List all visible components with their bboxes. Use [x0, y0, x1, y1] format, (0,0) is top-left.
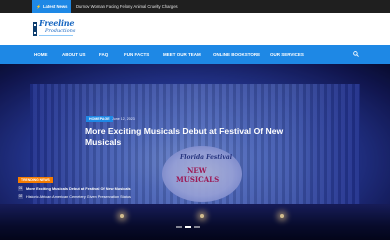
slider-dot-active[interactable]: [185, 226, 191, 228]
site-header: Freeline Productions: [0, 13, 390, 45]
nav-item-online-bookstore[interactable]: ONLINE BOOKSTORE: [213, 45, 260, 64]
trending-news-label: TRENDING NEWS: [18, 177, 53, 183]
nav-item-home[interactable]: HOME: [34, 45, 48, 64]
lightning-icon: ⚡: [36, 4, 41, 9]
nav-item-faq[interactable]: FAQ: [99, 45, 108, 64]
slider-dot[interactable]: [176, 226, 182, 228]
nav-item-about-us[interactable]: ABOUT US: [62, 45, 86, 64]
hero-overlay: [0, 64, 390, 240]
trending-item-number: 01: [18, 186, 23, 191]
category-badge[interactable]: HOMEPAGE: [86, 116, 113, 122]
post-date: June 12, 2023: [112, 117, 135, 121]
nav-item-meet-our-team[interactable]: MEET OUR TEAM: [163, 45, 201, 64]
trending-item-number: 02: [18, 194, 23, 199]
main-nav: HOME ABOUT US FAQ FUN FACTS MEET OUR TEA…: [0, 45, 390, 64]
trending-item-title[interactable]: More Exciting Musicals Debut at Festival…: [26, 187, 131, 191]
trending-item[interactable]: 01 More Exciting Musicals Debut at Festi…: [18, 185, 131, 192]
ticker-headline-link[interactable]: Durnov Woman Facing Felony Animal Cruelt…: [76, 0, 178, 13]
nav-item-our-services[interactable]: OUR SERVICES: [270, 45, 304, 64]
logo-text-sub: Productions: [45, 28, 76, 34]
film-strip-icon: [33, 22, 37, 36]
trending-item[interactable]: 02 Historic African American Cemetery Gi…: [18, 193, 131, 200]
logo-text-main: Freeline: [39, 18, 75, 28]
site-logo[interactable]: Freeline Productions: [33, 17, 77, 41]
hero-slider[interactable]: Florida Festival NEW MUSICALS HOMEPAGE J…: [0, 64, 390, 240]
trending-item-title[interactable]: Historic African American Cemetery Given…: [26, 195, 131, 199]
logo-underline: [39, 35, 73, 36]
latest-news-badge[interactable]: ⚡ Latest News: [32, 0, 72, 13]
slider-dot[interactable]: [194, 226, 200, 228]
news-ticker-bar: ⚡ Latest News Durnov Woman Facing Felony…: [0, 0, 390, 13]
slider-pagination: [176, 226, 200, 228]
nav-item-fun-facts[interactable]: FUN FACTS: [124, 45, 149, 64]
latest-news-label: Latest News: [42, 4, 68, 9]
search-icon[interactable]: [353, 51, 359, 57]
hero-headline-link[interactable]: More Exciting Musicals Debut at Festival…: [85, 126, 295, 147]
